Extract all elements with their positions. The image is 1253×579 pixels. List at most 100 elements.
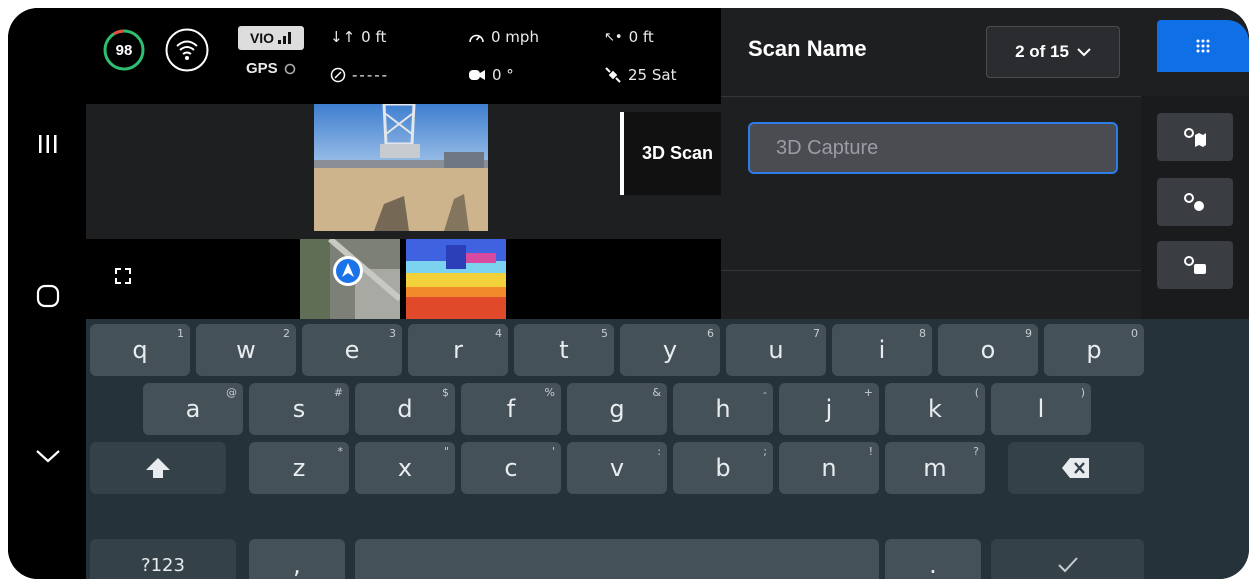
key-label: q bbox=[132, 336, 148, 364]
drone-settings-button[interactable] bbox=[1157, 178, 1233, 226]
key-v[interactable]: v: bbox=[567, 442, 667, 494]
backspace-icon bbox=[1062, 458, 1089, 478]
wifi-indicator[interactable] bbox=[164, 27, 210, 73]
key-label: o bbox=[980, 336, 996, 364]
gear-drone-icon bbox=[1184, 193, 1204, 211]
key-s[interactable]: s # bbox=[249, 383, 349, 435]
wifi-icon bbox=[165, 28, 209, 72]
battery-value: 98 bbox=[115, 41, 133, 59]
key-label: l bbox=[1037, 395, 1045, 423]
camera-feed[interactable]: 3D Scan bbox=[86, 104, 721, 239]
battery-indicator[interactable]: 98 bbox=[102, 28, 146, 72]
map-thumbnail[interactable] bbox=[300, 239, 400, 319]
key-j[interactable]: j + bbox=[779, 383, 879, 435]
gimbal-value: 0 ° bbox=[492, 66, 514, 84]
camera-settings-button[interactable] bbox=[1157, 241, 1233, 289]
key-g[interactable]: g & bbox=[567, 383, 667, 435]
key-hint: : bbox=[657, 445, 661, 458]
device-screen: 98 VIO GPS ↓↑ 0 ft ----- 0 mph 0 ° ↖• 0 … bbox=[8, 8, 1249, 579]
key-k[interactable]: k( bbox=[885, 383, 985, 435]
satellite-value: 25 Sat bbox=[628, 66, 677, 84]
key-l[interactable]: l) bbox=[991, 383, 1091, 435]
altitude-arrows-icon: ↓↑ bbox=[330, 28, 356, 46]
scan-name-input[interactable]: 3D Capture bbox=[748, 122, 1118, 174]
key-label: f bbox=[506, 395, 516, 423]
comma-key[interactable]: , bbox=[249, 539, 345, 579]
shift-arrow-icon bbox=[146, 458, 170, 478]
divider bbox=[721, 96, 1141, 97]
key-e[interactable]: e3 bbox=[302, 324, 402, 376]
mini-view-bar bbox=[86, 239, 721, 319]
signal-bars-icon bbox=[278, 32, 292, 44]
recent-apps-button[interactable] bbox=[28, 124, 68, 164]
key-n[interactable]: n! bbox=[779, 442, 879, 494]
key-f[interactable]: f% bbox=[461, 383, 561, 435]
key-label: k bbox=[928, 395, 942, 423]
key-hint: 0 bbox=[1131, 327, 1138, 340]
key-b[interactable]: b; bbox=[673, 442, 773, 494]
scan-selector-dropdown[interactable]: 2 of 15 bbox=[986, 26, 1120, 78]
map-settings-button[interactable] bbox=[1157, 113, 1233, 161]
key-x[interactable]: x " bbox=[355, 442, 455, 494]
key-label: h bbox=[715, 395, 731, 423]
gimbal-readout: 0 ° bbox=[468, 66, 514, 84]
done-key[interactable] bbox=[991, 539, 1144, 579]
key-o[interactable]: o9 bbox=[938, 324, 1038, 376]
key-label: n bbox=[821, 454, 837, 482]
period-key[interactable]: . bbox=[885, 539, 981, 579]
key-hint: ( bbox=[974, 386, 979, 399]
key-label: p bbox=[1086, 336, 1102, 364]
key-q[interactable]: q1 bbox=[90, 324, 190, 376]
home-button[interactable] bbox=[28, 276, 68, 316]
expand-button[interactable] bbox=[108, 261, 138, 291]
key-p[interactable]: p0 bbox=[1044, 324, 1144, 376]
scan-mode-label[interactable]: 3D Scan bbox=[620, 112, 721, 195]
key-hint: + bbox=[863, 386, 873, 399]
key-u[interactable]: u7 bbox=[726, 324, 826, 376]
key-z[interactable]: z * bbox=[249, 442, 349, 494]
key-label: e bbox=[344, 336, 360, 364]
key-label: g bbox=[609, 395, 625, 423]
key-hint: ) bbox=[1080, 386, 1085, 399]
heading-readout: ----- bbox=[330, 66, 389, 84]
heading-value: ----- bbox=[352, 66, 390, 84]
key-label: x bbox=[397, 454, 413, 482]
apps-grid-button[interactable] bbox=[1157, 20, 1249, 72]
compass-icon bbox=[330, 67, 346, 83]
key-label: v bbox=[609, 454, 625, 482]
key-m[interactable]: m? bbox=[885, 442, 985, 494]
expand-icon bbox=[115, 268, 131, 284]
symbols-key[interactable]: ?123 bbox=[90, 539, 236, 579]
space-key[interactable] bbox=[355, 539, 879, 579]
key-hint: @ bbox=[226, 386, 237, 399]
recent-apps-icon bbox=[39, 135, 57, 153]
satellite-icon bbox=[605, 67, 621, 83]
divider bbox=[721, 270, 1141, 271]
key-hint: ! bbox=[868, 445, 873, 458]
system-nav-bar bbox=[8, 8, 86, 579]
key-d[interactable]: d $ bbox=[355, 383, 455, 435]
thermal-thumbnail[interactable] bbox=[406, 239, 506, 319]
speed-value: 0 mph bbox=[491, 28, 539, 46]
key-t[interactable]: t5 bbox=[514, 324, 614, 376]
key-i[interactable]: i8 bbox=[832, 324, 932, 376]
key-hint: 8 bbox=[919, 327, 926, 340]
key-label: d bbox=[397, 395, 413, 423]
key-c[interactable]: c ' bbox=[461, 442, 561, 494]
scan-name-placeholder: 3D Capture bbox=[776, 136, 879, 159]
back-button[interactable] bbox=[28, 436, 68, 476]
shift-key[interactable] bbox=[90, 442, 226, 494]
vio-label: VIO bbox=[249, 30, 275, 46]
key-w[interactable]: w2 bbox=[196, 324, 296, 376]
key-label: m bbox=[923, 454, 947, 482]
backspace-key[interactable] bbox=[1008, 442, 1144, 494]
key-hint: * bbox=[337, 445, 344, 458]
key-a[interactable]: a @ bbox=[143, 383, 243, 435]
key-label: y bbox=[662, 336, 678, 364]
satellite-readout: 25 Sat bbox=[604, 66, 676, 84]
home-icon bbox=[36, 284, 60, 308]
key-y[interactable]: y6 bbox=[620, 324, 720, 376]
key-r[interactable]: r4 bbox=[408, 324, 508, 376]
key-h[interactable]: h- bbox=[673, 383, 773, 435]
checkmark-icon bbox=[1057, 557, 1078, 573]
